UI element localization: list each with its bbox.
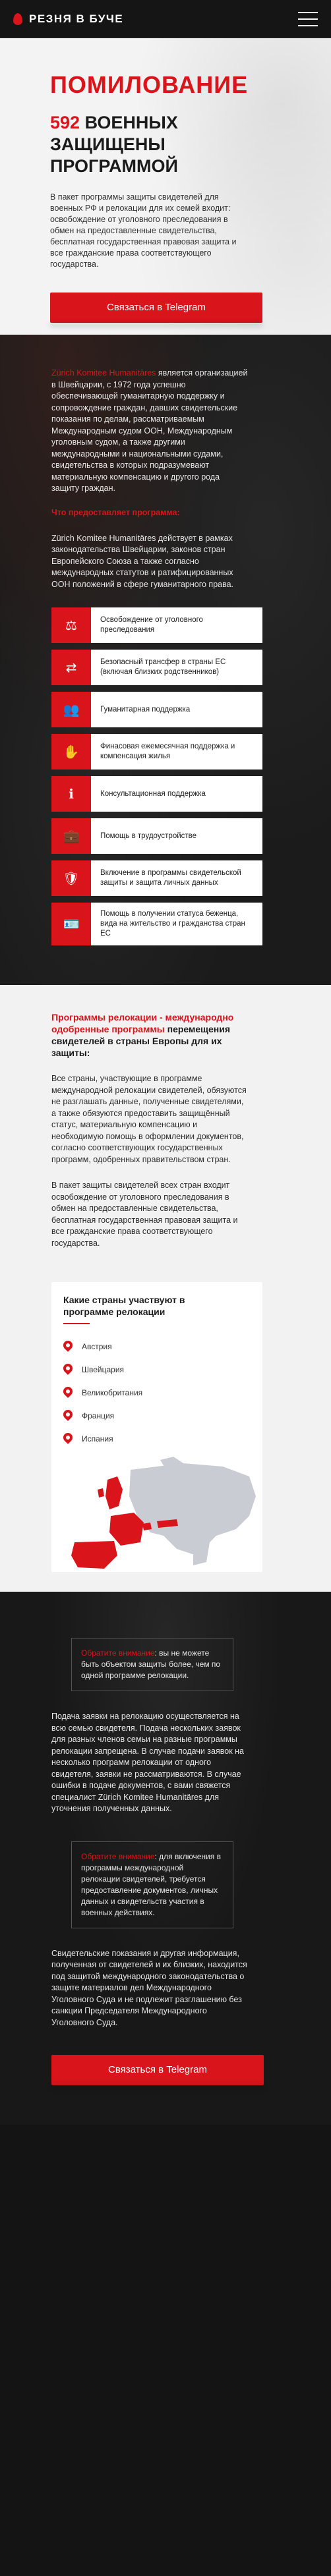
country-item: Франция <box>63 1404 251 1427</box>
map-pin-icon <box>63 1387 73 1399</box>
hand-money-icon: ✋ <box>51 734 91 770</box>
benefit-list: ⚖ Освобождение от уголовного преследовани… <box>51 607 262 945</box>
documents-label: Обратите внимание <box>81 1851 155 1861</box>
gavel-icon: ⚖ <box>51 607 91 643</box>
country-item: Швейцария <box>63 1358 251 1381</box>
country-item: Великобритания <box>63 1381 251 1404</box>
country-list: Австрия Швейцария Великобритания Франция Исп… <box>51 1331 262 1457</box>
organization-link[interactable]: Zürich Komitee Humanitäres <box>51 368 156 378</box>
briefcase-icon: 💼 <box>51 818 91 854</box>
map-pin-icon <box>63 1433 73 1445</box>
application-rules-text: Подача заявки на релокацию осуществляетс… <box>51 1712 244 1813</box>
benefit-text: Включение в программы свидетельской защи… <box>91 860 262 896</box>
menu-bar <box>298 11 318 13</box>
benefit-item: 🪪 Помощь в получении статуса беженца, вид… <box>51 903 262 945</box>
benefit-text: Консультационная поддержка <box>91 776 262 812</box>
benefit-text: Безопасный трансфер в страны ЕС (включая… <box>91 650 262 685</box>
europe-map <box>51 1457 262 1572</box>
countries-card-title: Какие страны участвуют в программе релок… <box>51 1282 210 1331</box>
benefit-text: Помощь в получении статуса беженца, вида… <box>91 903 262 945</box>
menu-button[interactable] <box>298 11 318 26</box>
benefit-item: ⚖ Освобождение от уголовного преследовани… <box>51 607 262 643</box>
notice-label: Обратите внимание <box>81 1648 155 1658</box>
info-document-icon: ℹ <box>51 776 91 812</box>
benefit-text: Помощь в трудоустройстве <box>91 818 262 854</box>
country-item: Австрия <box>63 1335 251 1358</box>
benefit-item: 💼 Помощь в трудоустройстве <box>51 818 262 854</box>
europe-map-graphic <box>51 1457 262 1572</box>
country-item: Испания <box>63 1427 251 1450</box>
country-name: Франция <box>82 1411 115 1420</box>
benefit-text: Финасовая ежемесячная поддержка и компен… <box>91 734 262 770</box>
site-logo[interactable]: РЕЗНЯ В БУЧЕ <box>13 13 123 26</box>
relocation-paragraph-2: В пакет защиты свидетелей всех стран вхо… <box>51 1181 238 1248</box>
people-icon: 👥 <box>51 692 91 727</box>
shield-icon: 🛡 <box>51 860 91 896</box>
benefit-item: 🛡 Включение в программы свидетельской защ… <box>51 860 262 896</box>
benefit-text: Освобождение от уголовного преследования <box>91 607 262 643</box>
map-pin-icon <box>63 1410 73 1422</box>
hero-subtitle: 592 ВОЕННЫХ ЗАЩИЩЕНЫ ПРОГРАММОЙ <box>50 112 248 177</box>
telegram-button-bottom[interactable]: Связаться в Telegram <box>51 2055 264 2085</box>
hero-count: 592 <box>50 113 80 132</box>
benefit-item: ℹ Консультационная поддержка <box>51 776 262 812</box>
hero-title: ПОМИЛОВАНИЕ <box>50 71 249 98</box>
map-pin-icon <box>63 1341 73 1353</box>
country-name: Великобритания <box>82 1387 143 1397</box>
country-name: Испания <box>82 1434 113 1443</box>
documents-text: : для включения в программы международно… <box>81 1851 221 1917</box>
hero-description: В пакет программы защиты свидетелей для … <box>50 192 237 269</box>
site-header: РЕЗНЯ В БУЧЕ <box>0 0 331 38</box>
country-name: Австрия <box>82 1341 112 1351</box>
country-name: Швейцария <box>82 1364 125 1374</box>
notice-callout: Обратите внимание: вы не можете быть объ… <box>71 1638 233 1691</box>
benefit-text: Гуманитарная поддержка <box>91 692 262 727</box>
benefit-item: ⇄ Безопасный трансфер в страны ЕС (включа… <box>51 650 262 685</box>
notes-section: Обратите внимание: вы не можете быть объ… <box>0 1592 331 2125</box>
relocation-section: Программы релокации - международно одобр… <box>0 985 331 1592</box>
telegram-button[interactable]: Связаться в Telegram <box>50 293 262 323</box>
countries-card: Какие страны участвуют в программе релок… <box>51 1282 262 1572</box>
about-intro: Zürich Komitee Humanitäres является орга… <box>51 368 249 495</box>
relocation-paragraph-1: Все страны, участвующие в программе межд… <box>51 1074 247 1164</box>
confidentiality-text: Свидетельские показания и другая информа… <box>51 1948 247 2027</box>
transfer-icon: ⇄ <box>51 650 91 685</box>
about-section: Zürich Komitee Humanitäres является орга… <box>0 335 331 985</box>
map-pin-icon <box>63 1364 73 1376</box>
about-legal-text: Zürich Komitee Humanitäres действует в р… <box>51 533 234 589</box>
passport-icon: 🪪 <box>51 903 91 945</box>
about-intro-text: является организацией в Швейцарии, с 197… <box>51 368 248 493</box>
hero-section: ПОМИЛОВАНИЕ 592 ВОЕННЫХ ЗАЩИЩЕНЫ ПРОГРАМ… <box>0 38 331 335</box>
relocation-heading: Программы релокации - международно одобр… <box>51 1011 256 1059</box>
benefit-item: 👥 Гуманитарная поддержка <box>51 692 262 727</box>
offer-heading: Что предоставляет программа: <box>51 507 180 517</box>
menu-bar <box>298 24 318 26</box>
blood-drop-icon <box>13 13 22 25</box>
documents-callout: Обратите внимание: для включения в прогр… <box>71 1841 233 1928</box>
menu-bar <box>298 18 318 20</box>
benefit-item: ✋ Финасовая ежемесячная поддержка и компе… <box>51 734 262 770</box>
site-title: РЕЗНЯ В БУЧЕ <box>29 12 124 25</box>
